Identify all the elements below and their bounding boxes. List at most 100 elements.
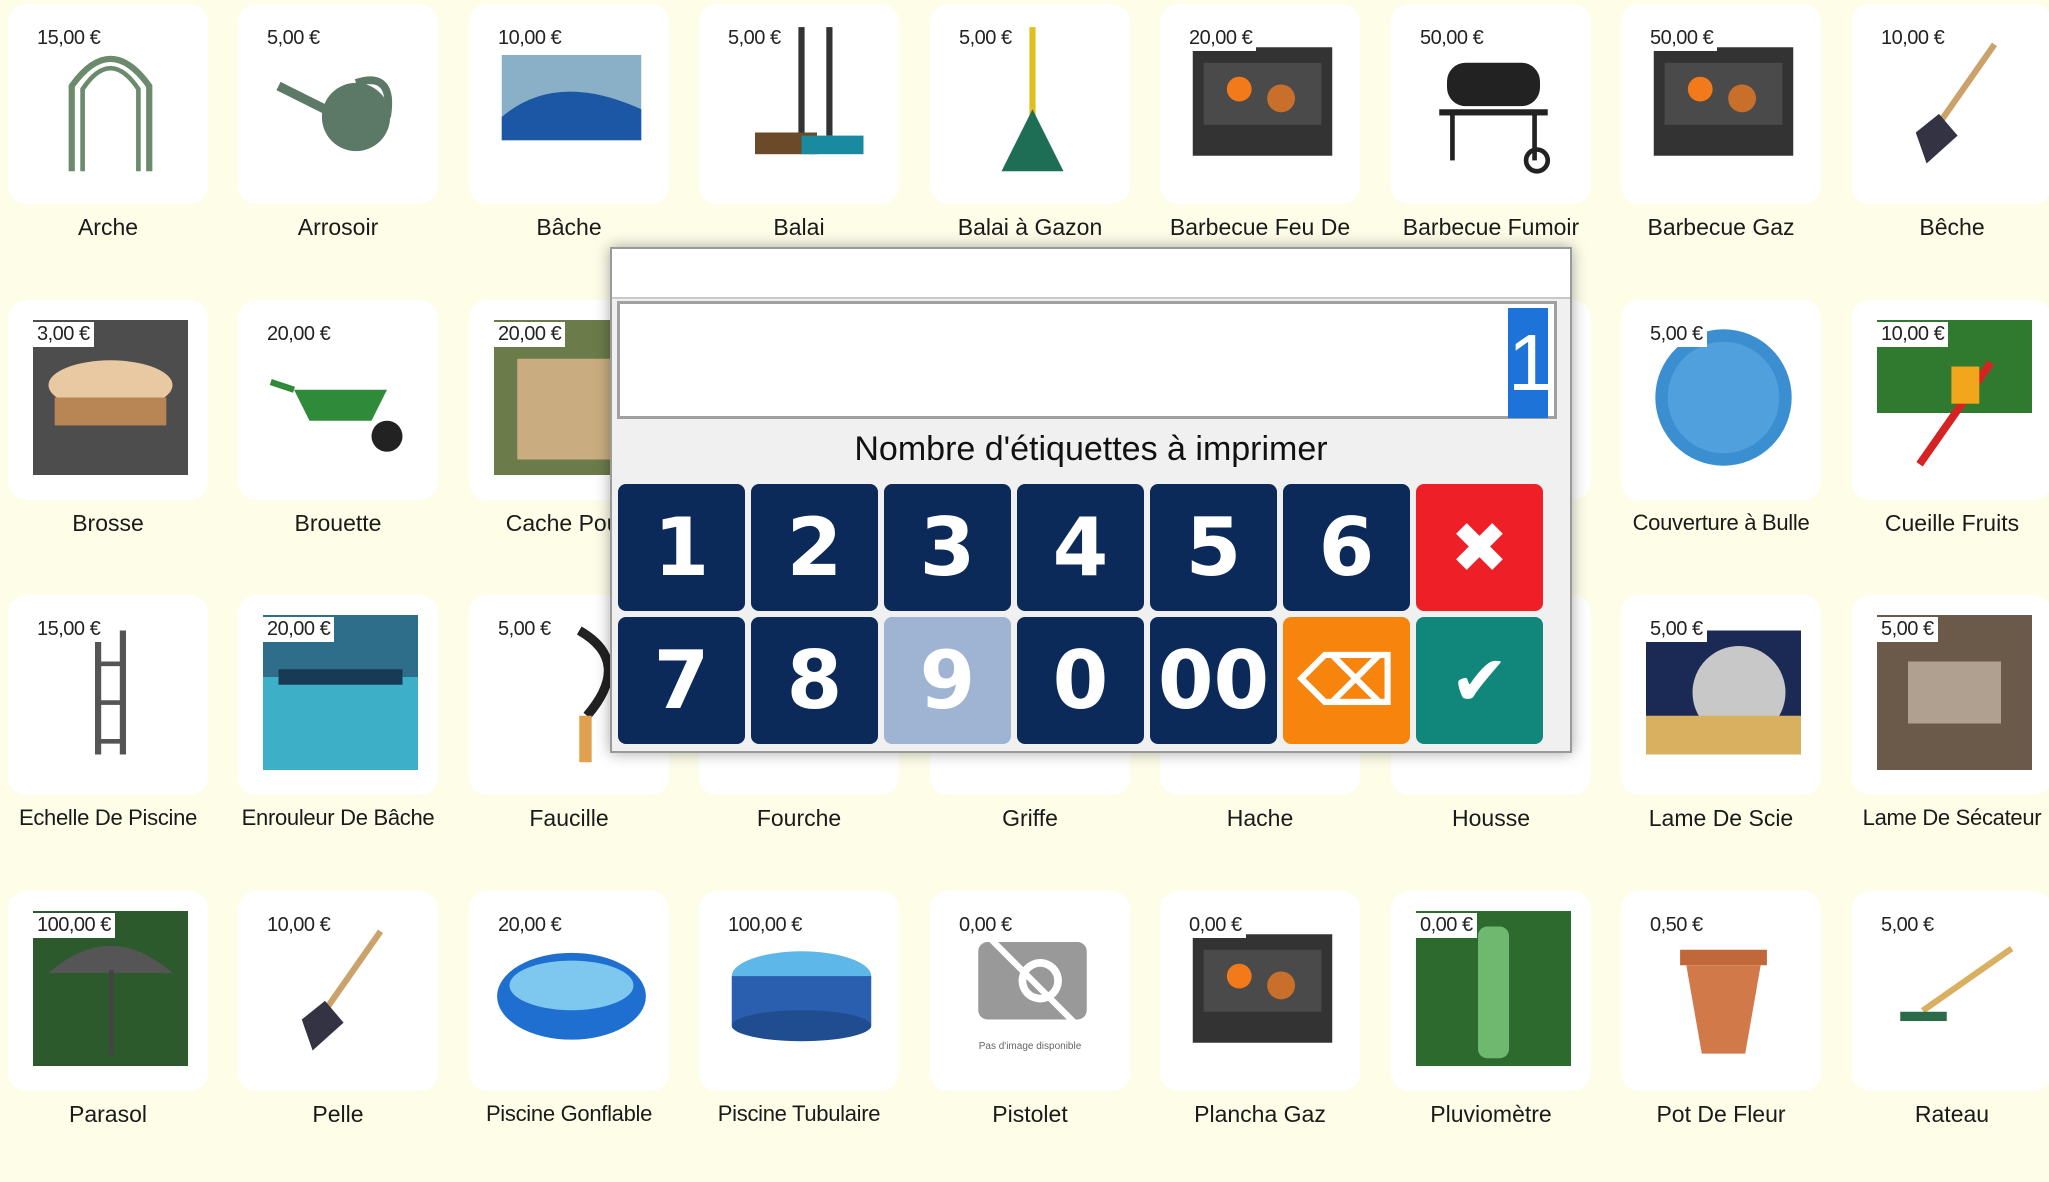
product-tile[interactable]: 15,00 € Arche [0, 0, 230, 295]
product-name: Barbecue Gaz [1647, 214, 1795, 240]
product-card[interactable]: 10,00 € [1852, 4, 2049, 204]
product-name: Housse [1452, 805, 1530, 831]
product-card[interactable]: 15,00 € [8, 595, 208, 795]
product-tile[interactable]: 10,00 € Bêche [1844, 0, 2049, 295]
product-price: 5,00 € [1877, 913, 1938, 938]
product-name: Barbecue Fumoir [1402, 214, 1580, 240]
product-price: 20,00 € [1185, 26, 1257, 51]
product-tile[interactable]: 50,00 € Barbecue Gaz [1613, 0, 1843, 295]
product-tile[interactable]: 5,00 € Lame De Sécateur [1844, 591, 2049, 886]
key-0[interactable]: 0 [1017, 617, 1144, 744]
cancel-button[interactable]: ✖ [1416, 484, 1543, 611]
product-name: Brosse [72, 510, 144, 536]
product-name: Cueille Fruits [1884, 510, 2020, 536]
product-tile[interactable]: 20,00 € Enrouleur De Bâche [230, 591, 460, 886]
product-price: 50,00 € [1416, 26, 1488, 51]
product-price: 10,00 € [1877, 322, 1949, 347]
product-card[interactable]: 5,00 € [1852, 891, 2049, 1091]
product-tile[interactable]: 0,50 € Pot De Fleur [1613, 887, 1843, 1182]
product-card[interactable]: 10,00 € [1852, 300, 2049, 500]
product-price: 0,50 € [1646, 913, 1707, 938]
product-name: Piscine Tubulaire [717, 1101, 881, 1126]
product-price: 10,00 € [494, 26, 566, 51]
product-card[interactable]: 15,00 € [8, 4, 208, 204]
product-card[interactable]: 50,00 € [1621, 4, 1821, 204]
product-tile[interactable]: 3,00 € Brosse [0, 296, 230, 591]
key-7[interactable]: 7 [618, 617, 745, 744]
product-card[interactable]: 20,00 € [1160, 4, 1360, 204]
product-price: 20,00 € [494, 913, 566, 938]
product-name: Pistolet [992, 1101, 1068, 1127]
key-5[interactable]: 5 [1150, 484, 1277, 611]
product-card[interactable]: 20,00 € [238, 300, 438, 500]
product-tile[interactable]: 5,00 € Arrosoir [230, 0, 460, 295]
product-tile[interactable]: 5,00 € Rateau [1844, 887, 2049, 1182]
key-00[interactable]: 00 [1150, 617, 1277, 744]
product-card[interactable]: 5,00 € [1621, 595, 1821, 795]
product-card[interactable]: 0,50 € [1621, 891, 1821, 1091]
product-price: 20,00 € [494, 322, 566, 347]
product-tile[interactable]: 0,00 € Pluviomètre [1383, 887, 1613, 1182]
key-1[interactable]: 1 [618, 484, 745, 611]
product-price: 100,00 € [724, 913, 806, 938]
product-tile[interactable]: 0,00 € Plancha Gaz [1152, 887, 1382, 1182]
product-card[interactable]: Pas d'image disponible 0,00 € [930, 891, 1130, 1091]
product-tile[interactable]: Pas d'image disponible 0,00 € Pistolet [922, 887, 1152, 1182]
product-price: 10,00 € [1877, 26, 1949, 51]
product-tile[interactable]: 100,00 € Parasol [0, 887, 230, 1182]
key-9[interactable]: 9 [884, 617, 1011, 744]
product-name: Rateau [1914, 1101, 1990, 1127]
product-name: Balai à Gazon [957, 214, 1103, 240]
product-tile[interactable]: 15,00 € Echelle De Piscine [0, 591, 230, 886]
product-card[interactable]: 10,00 € [469, 4, 669, 204]
product-card[interactable]: 0,00 € [1160, 891, 1360, 1091]
product-name: Arche [77, 214, 139, 240]
dialog-title-bar [612, 249, 1570, 299]
product-name: Hache [1226, 805, 1294, 831]
product-price: 3,00 € [33, 322, 94, 347]
product-tile[interactable]: 5,00 € Couverture à Bulle [1613, 296, 1843, 591]
product-card[interactable]: 0,00 € [1391, 891, 1591, 1091]
confirm-button[interactable]: ✔ [1416, 617, 1543, 744]
product-card[interactable]: 100,00 € [699, 891, 899, 1091]
product-tile[interactable]: 5,00 € Lame De Scie [1613, 591, 1843, 886]
product-name: Pot De Fleur [1656, 1101, 1786, 1127]
product-tile[interactable]: 20,00 € Piscine Gonflable [461, 887, 691, 1182]
quantity-display[interactable]: 1 [617, 301, 1557, 419]
product-card[interactable]: 100,00 € [8, 891, 208, 1091]
product-card[interactable]: 5,00 € [1852, 595, 2049, 795]
erase-button[interactable]: ⌫ [1283, 617, 1410, 744]
product-card[interactable]: 50,00 € [1391, 4, 1591, 204]
product-tile[interactable]: 10,00 € Pelle [230, 887, 460, 1182]
product-price: 5,00 € [1646, 617, 1707, 642]
product-name: Arrosoir [297, 214, 379, 240]
label-count-dialog: 1 Nombre d'étiquettes à imprimer 1 2 3 4 5 6 ✖… [610, 247, 1572, 753]
product-price: 50,00 € [1646, 26, 1718, 51]
key-2[interactable]: 2 [751, 484, 878, 611]
product-name: Barbecue Feu De [1169, 214, 1351, 240]
product-card[interactable]: 5,00 € [930, 4, 1130, 204]
product-card[interactable]: 5,00 € [699, 4, 899, 204]
product-price: 0,00 € [955, 913, 1016, 938]
product-price: 20,00 € [263, 322, 335, 347]
product-card[interactable]: 5,00 € [1621, 300, 1821, 500]
product-price: 5,00 € [1646, 322, 1707, 347]
product-name: Echelle De Piscine [18, 805, 198, 830]
product-name: Pluviomètre [1430, 1101, 1552, 1127]
product-tile[interactable]: 100,00 € Piscine Tubulaire [691, 887, 921, 1182]
product-price: 15,00 € [33, 26, 105, 51]
product-card[interactable]: 20,00 € [238, 595, 438, 795]
product-tile[interactable]: 10,00 € Cueille Fruits [1844, 296, 2049, 591]
product-card[interactable]: 3,00 € [8, 300, 208, 500]
product-price: 5,00 € [724, 26, 785, 51]
product-tile[interactable]: 20,00 € Brouette [230, 296, 460, 591]
product-name: Piscine Gonflable [485, 1101, 653, 1126]
key-4[interactable]: 4 [1017, 484, 1144, 611]
key-3[interactable]: 3 [884, 484, 1011, 611]
product-card[interactable]: 20,00 € [469, 891, 669, 1091]
key-8[interactable]: 8 [751, 617, 878, 744]
key-6[interactable]: 6 [1283, 484, 1410, 611]
product-name: Brouette [294, 510, 382, 536]
product-card[interactable]: 10,00 € [238, 891, 438, 1091]
product-card[interactable]: 5,00 € [238, 4, 438, 204]
